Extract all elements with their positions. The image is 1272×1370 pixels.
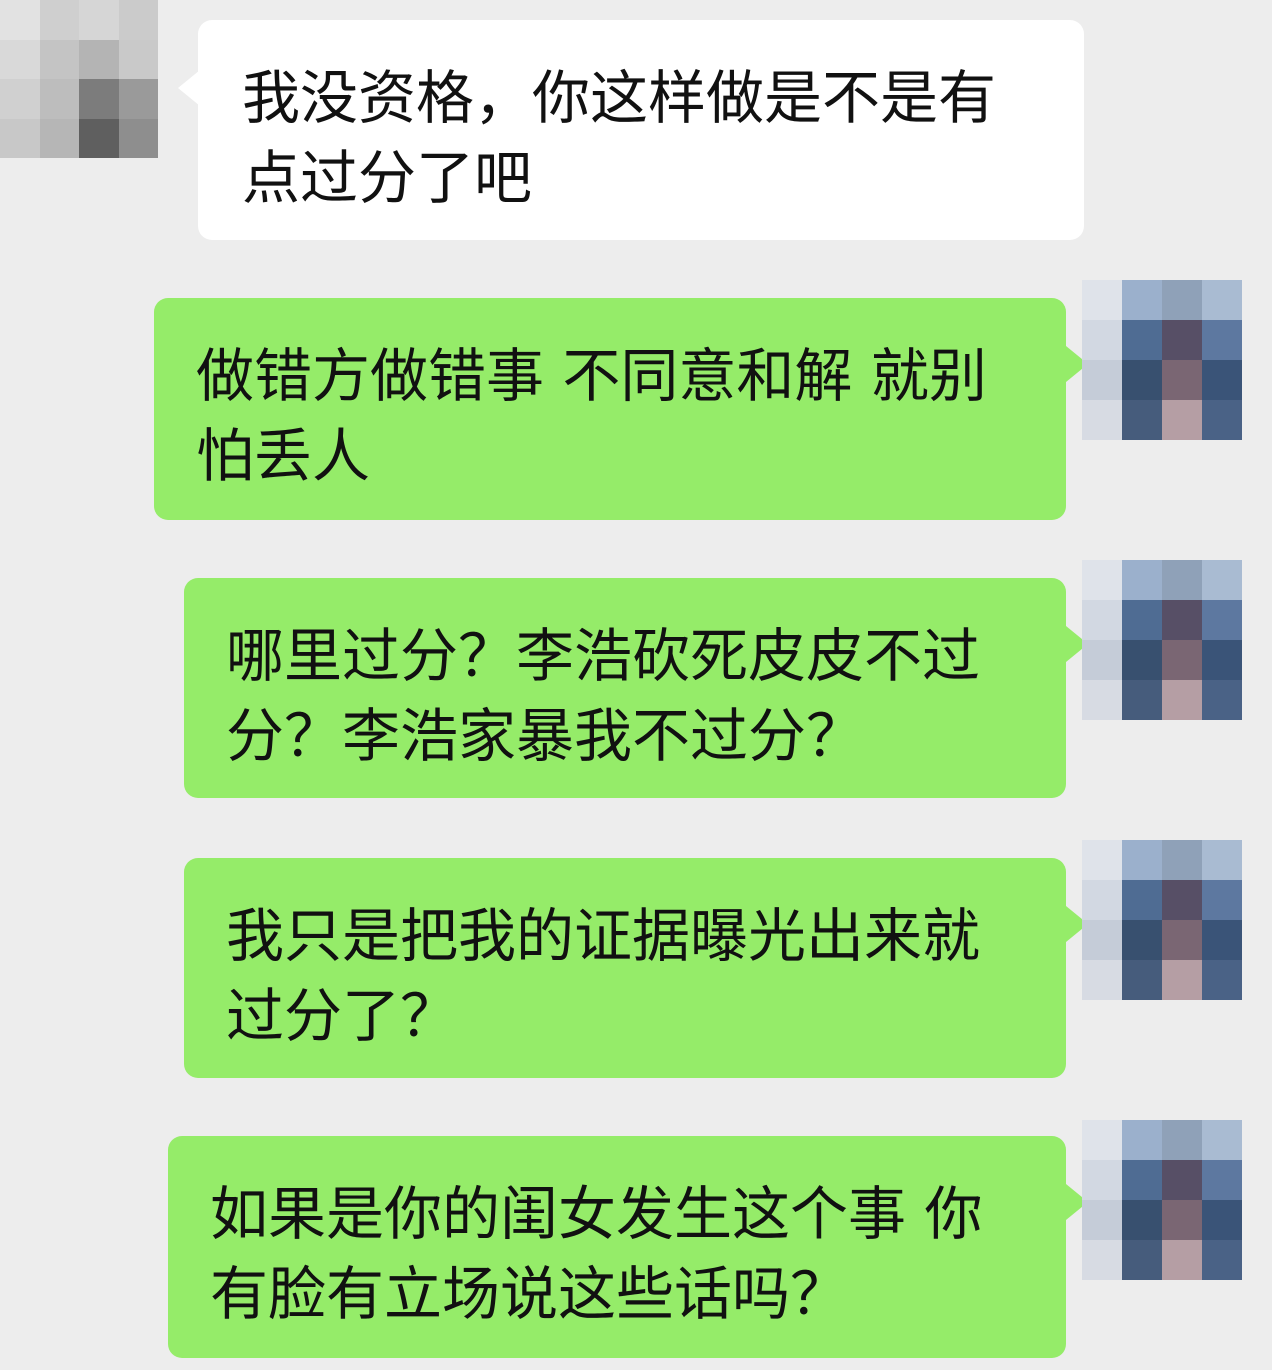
message-bubble[interactable]: 做错方做错事 不同意和解 就别怕丢人 xyxy=(154,298,1066,520)
message-bubble[interactable]: 我只是把我的证据曝光出来就过分了？ xyxy=(184,858,1066,1078)
contact-avatar[interactable] xyxy=(0,0,158,158)
self-avatar[interactable] xyxy=(1082,560,1242,720)
message-text: 做错方做错事 不同意和解 就别怕丢人 xyxy=(196,342,987,490)
message-bubble[interactable]: 哪里过分？李浩砍死皮皮不过分？李浩家暴我不过分？ xyxy=(184,578,1066,798)
message-bubble[interactable]: 如果是你的闺女发生这个事 你有脸有立场说这些话吗？ xyxy=(168,1136,1066,1358)
self-avatar[interactable] xyxy=(1082,280,1242,440)
message-text: 我只是把我的证据曝光出来就过分了？ xyxy=(226,902,981,1050)
self-avatar[interactable] xyxy=(1082,1120,1242,1280)
bubble-tail xyxy=(178,70,200,106)
chat-area: 我没资格，你这样做是不是有点过分了吧 做错方做错事 不同意和解 就别怕丢人 哪里… xyxy=(0,0,1272,1370)
message-text: 我没资格，你这样做是不是有点过分了吧 xyxy=(242,64,997,212)
self-avatar[interactable] xyxy=(1082,840,1242,1000)
message-bubble[interactable]: 我没资格，你这样做是不是有点过分了吧 xyxy=(198,20,1084,240)
message-text: 哪里过分？李浩砍死皮皮不过分？李浩家暴我不过分？ xyxy=(226,622,981,770)
message-text: 如果是你的闺女发生这个事 你有脸有立场说这些话吗？ xyxy=(210,1180,983,1328)
